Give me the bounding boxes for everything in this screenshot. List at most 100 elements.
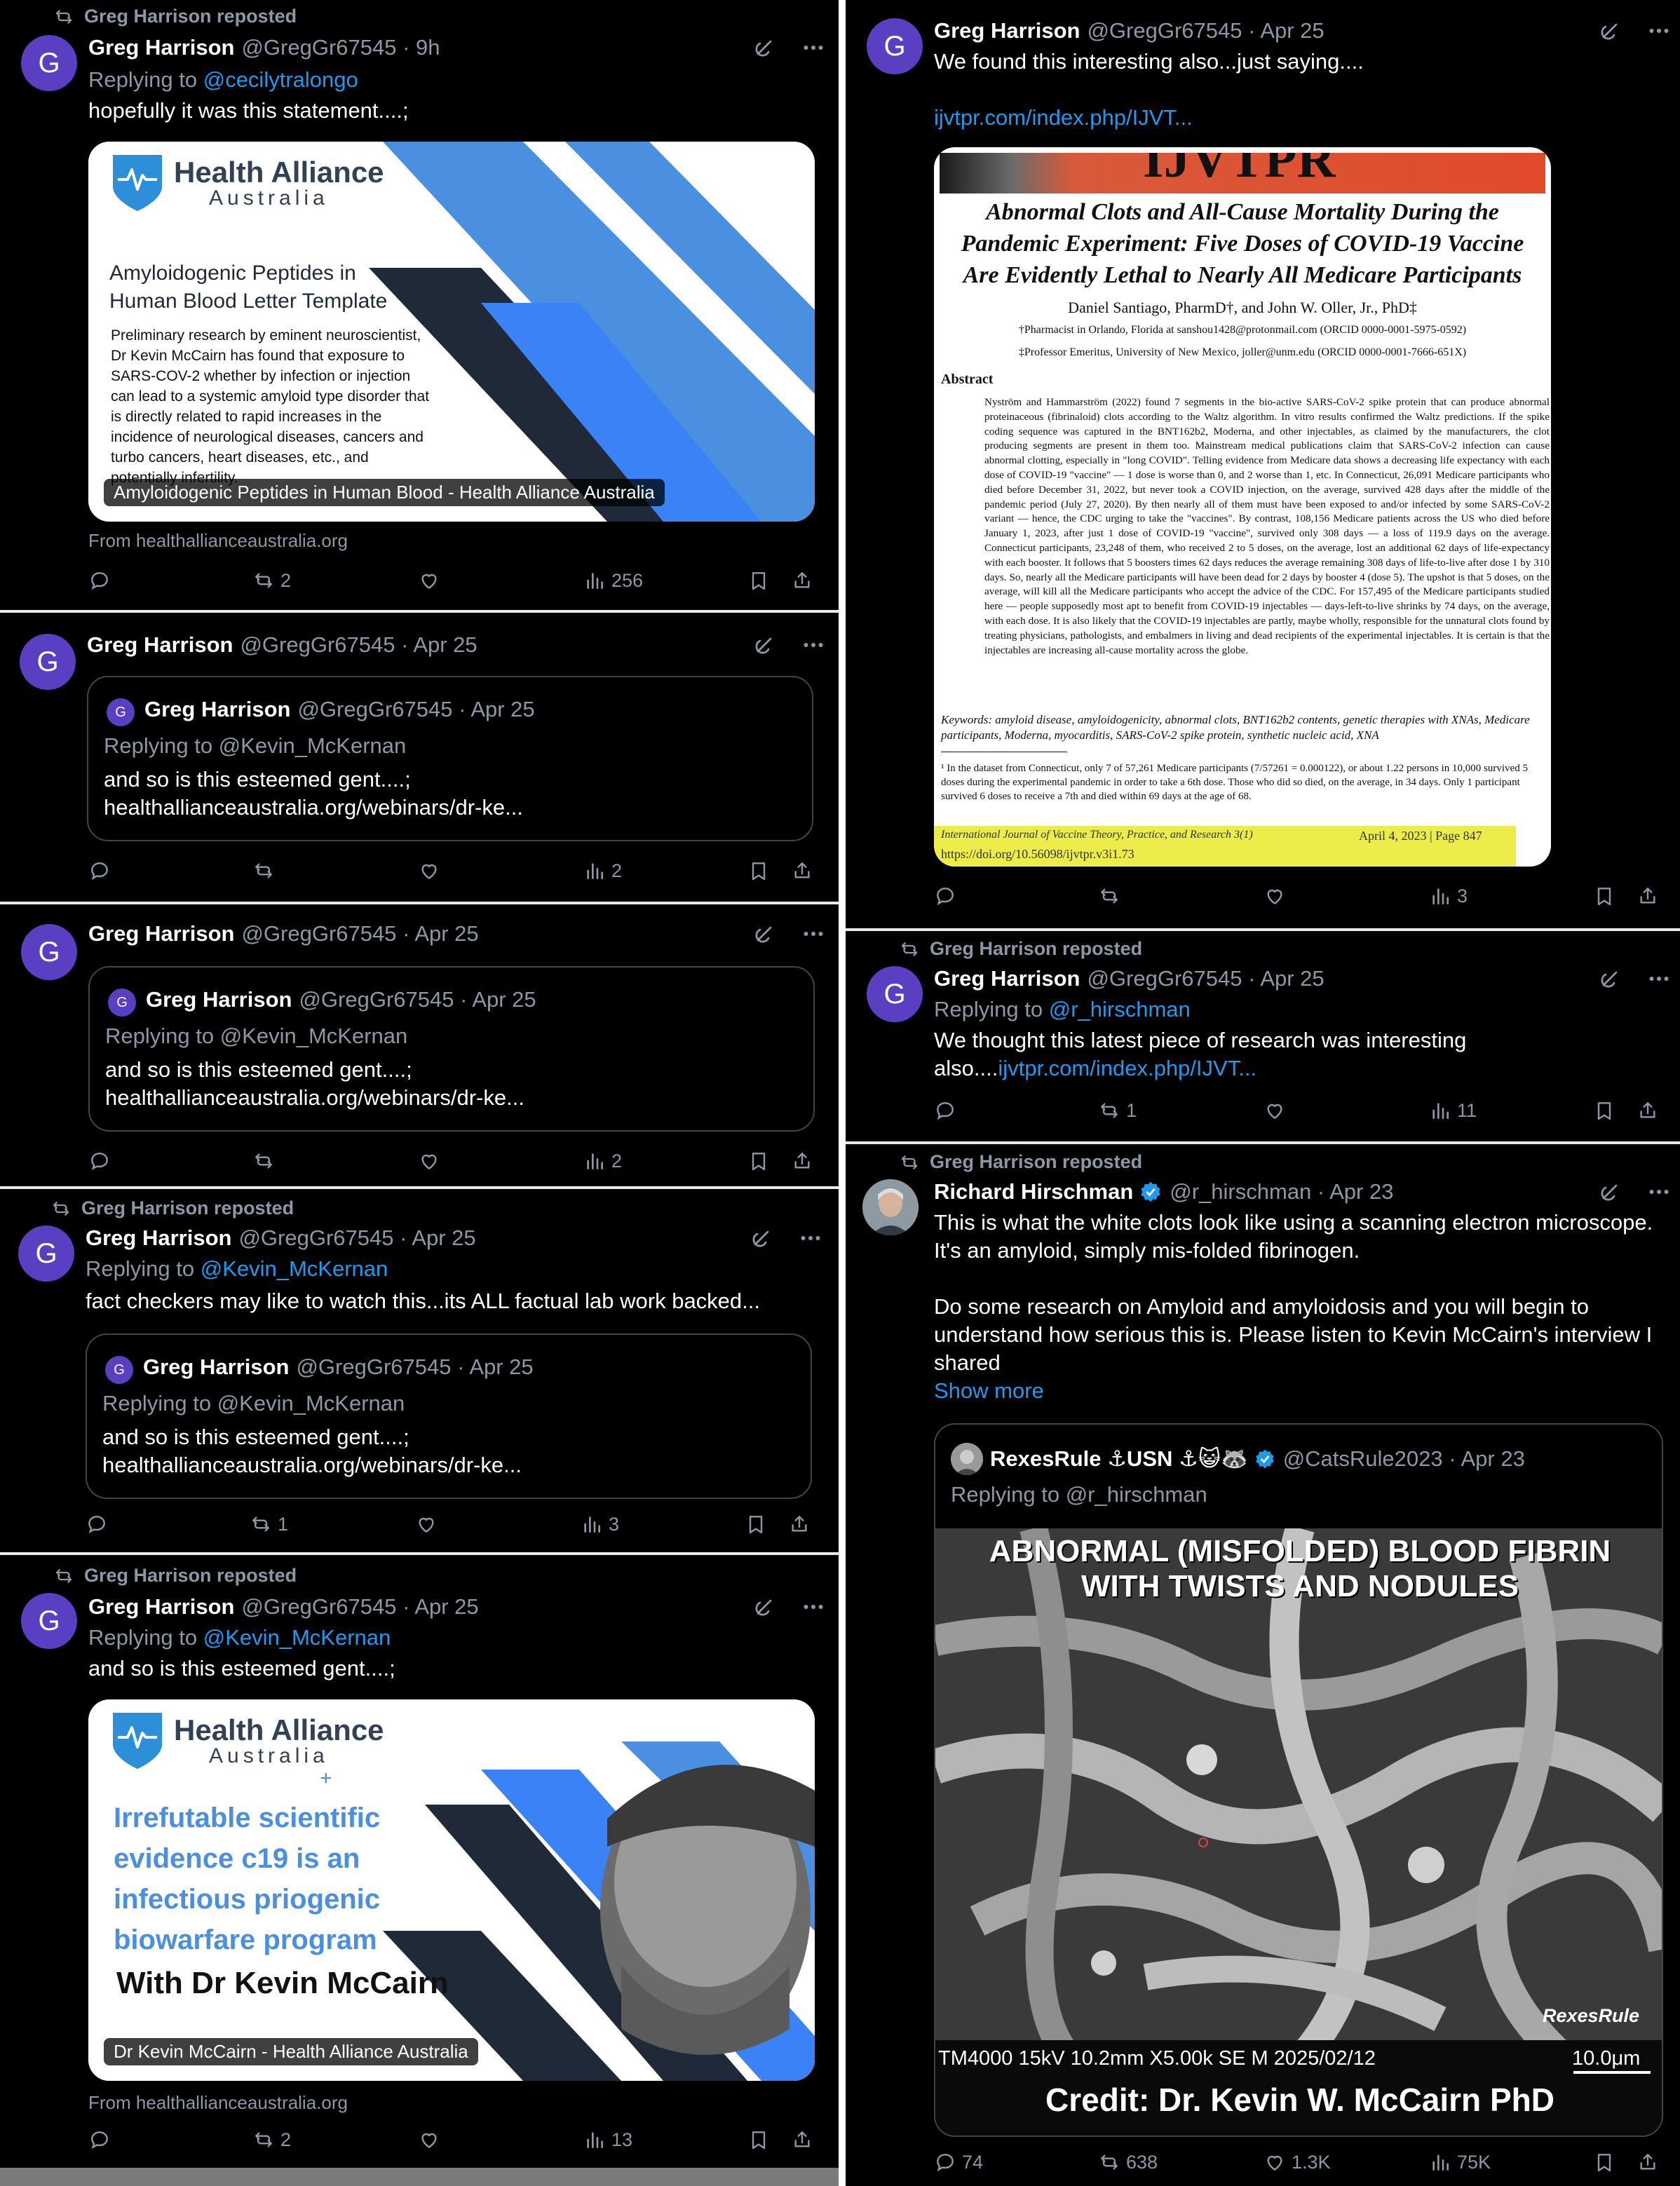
link-card[interactable]: Health Alliance Australia Amyloidogenic … [88,142,815,522]
more-icon[interactable] [801,1594,826,1620]
reply-button[interactable] [88,860,116,882]
like-button[interactable] [418,569,446,592]
views-button[interactable]: 75K [1429,2151,1491,2173]
link-card[interactable]: Health Alliance Australia + Irrefutable … [88,1699,815,2081]
repost-button[interactable]: 638 [1098,2151,1158,2173]
card-source[interactable]: From healthallianceaustralia.org [88,2092,348,2114]
bookmark-button[interactable] [745,1513,767,1535]
repost-button[interactable]: 2 [252,569,291,592]
share-button[interactable] [791,569,813,592]
bookmark-button[interactable] [747,2129,770,2151]
views-button[interactable]: 3 [581,1513,619,1535]
tweet-link[interactable]: ijvtpr.com/index.php/IJVT... [998,1056,1256,1080]
repost-button[interactable]: 2 [252,2129,291,2151]
more-icon[interactable] [801,35,826,60]
grok-icon[interactable] [1597,18,1623,43]
like-button[interactable]: 1.3K [1264,2151,1331,2173]
grok-icon[interactable] [749,1226,774,1251]
like-button[interactable] [1264,885,1292,907]
avatar[interactable] [862,1179,919,1235]
like-button[interactable] [418,860,446,882]
author-name[interactable]: Greg Harrison [87,632,233,658]
share-button[interactable] [791,1150,813,1172]
author-name[interactable]: Richard Hirschman [934,1179,1133,1204]
avatar[interactable]: G [20,634,76,690]
author-handle-time[interactable]: @GregGr67545 · Apr 25 [241,1594,478,1620]
share-button[interactable] [791,860,813,882]
author-name[interactable]: Greg Harrison [934,18,1080,43]
share-button[interactable] [1637,1099,1659,1122]
author-name[interactable]: Greg Harrison [86,1226,231,1251]
more-icon[interactable] [798,1226,823,1251]
avatar[interactable]: G [21,924,77,980]
quote-tweet[interactable]: RexesRule ⚓USN ⚓😺🦝 @CatsRule2023 · Apr 2… [934,1423,1663,2137]
more-icon[interactable] [801,921,826,946]
reply-button[interactable] [88,569,116,592]
bookmark-button[interactable] [747,1150,770,1172]
repost-button[interactable]: 1 [1098,1099,1137,1122]
bookmark-button[interactable] [747,860,770,882]
more-icon[interactable] [1646,18,1672,43]
replying-to-link[interactable]: @r_hirschman [1049,997,1191,1021]
author-handle-time[interactable]: @GregGr67545 · Apr 25 [1087,966,1324,991]
grok-icon[interactable] [752,632,777,658]
more-icon[interactable] [801,632,826,658]
like-button[interactable] [418,1150,446,1172]
tweet-card[interactable]: Greg Harrison reposted G Greg Harrison @… [846,931,1680,1141]
avatar[interactable]: G [21,35,77,91]
views-button[interactable]: 256 [583,569,643,592]
bookmark-button[interactable] [1593,2151,1615,2173]
grok-icon[interactable] [1597,1179,1623,1204]
replying-to-link[interactable]: @Kevin_McKernan [203,1625,391,1650]
share-button[interactable] [1637,885,1659,907]
reply-button[interactable] [934,885,962,907]
replying-to-link[interactable]: @cecilytralongo [203,67,358,92]
tweet-card[interactable]: G Greg Harrison @GregGr67545 · Apr 25 G … [0,904,841,1186]
avatar[interactable]: G [867,18,923,74]
more-icon[interactable] [1646,1179,1672,1204]
quote-tweet[interactable]: G Greg Harrison @GregGr67545 · Apr 25 Re… [86,1333,812,1499]
more-icon[interactable] [1646,966,1672,991]
author-handle-time[interactable]: @GregGr67545 · Apr 25 [241,921,478,946]
avatar[interactable]: G [867,966,923,1022]
author-handle-time[interactable]: @GregGr67545 · Apr 25 [238,1226,475,1251]
views-button[interactable]: 11 [1429,1099,1477,1122]
author-name[interactable]: Greg Harrison [88,35,234,60]
quote-tweet[interactable]: G Greg Harrison @GregGr67545 · Apr 25 Re… [87,676,813,841]
quote-tweet[interactable]: G Greg Harrison @GregGr67545 · Apr 25 Re… [88,966,815,1132]
repost-button[interactable]: 1 [250,1513,288,1535]
tweet-card[interactable]: G Greg Harrison @GregGr67545 · Apr 25 We… [846,0,1680,928]
bookmark-button[interactable] [747,569,770,592]
tweet-link[interactable]: ijvtpr.com/index.php/IJVT... [934,104,1193,132]
share-button[interactable] [791,2129,813,2151]
views-button[interactable]: 13 [583,2129,632,2151]
views-button[interactable]: 3 [1429,885,1468,907]
paper-image[interactable]: IJVTPR Abnormal Clots and All-Cause Mort… [934,147,1551,867]
reply-button[interactable] [86,1513,114,1535]
repost-button[interactable] [1098,885,1126,907]
show-more-link[interactable]: Show more [934,1377,1044,1405]
author-name[interactable]: Greg Harrison [88,1594,234,1620]
like-button[interactable] [418,2129,446,2151]
sem-image[interactable]: ABNORMAL (MISFOLDED) BLOOD FIBRIN WITH T… [935,1528,1662,2136]
replying-to-link[interactable]: @Kevin_McKernan [201,1256,388,1281]
share-button[interactable] [788,1513,811,1535]
views-button[interactable]: 2 [583,1150,622,1172]
tweet-card[interactable]: Greg Harrison reposted G Greg Harrison @… [0,0,841,610]
reply-button[interactable]: 74 [934,2151,983,2173]
author-name[interactable]: Greg Harrison [934,966,1080,991]
like-button[interactable] [1264,1099,1292,1122]
author-handle-time[interactable]: @r_hirschman · Apr 23 [1170,1179,1393,1204]
tweet-card[interactable]: Greg Harrison reposted G Greg Harrison @… [0,1555,841,2168]
views-button[interactable]: 2 [583,860,622,882]
tweet-card[interactable]: Greg Harrison reposted Richard Hirschman… [846,1144,1680,2186]
card-source[interactable]: From healthallianceaustralia.org [88,530,348,552]
tweet-card[interactable]: Greg Harrison reposted G Greg Harrison @… [0,1189,841,1552]
bookmark-button[interactable] [1593,885,1615,907]
avatar[interactable]: G [21,1593,77,1649]
like-button[interactable] [415,1513,443,1535]
bookmark-button[interactable] [1593,1099,1615,1122]
author-handle-time[interactable]: @GregGr67545 · 9h [241,35,440,60]
reply-button[interactable] [88,1150,116,1172]
share-button[interactable] [1637,2151,1659,2173]
